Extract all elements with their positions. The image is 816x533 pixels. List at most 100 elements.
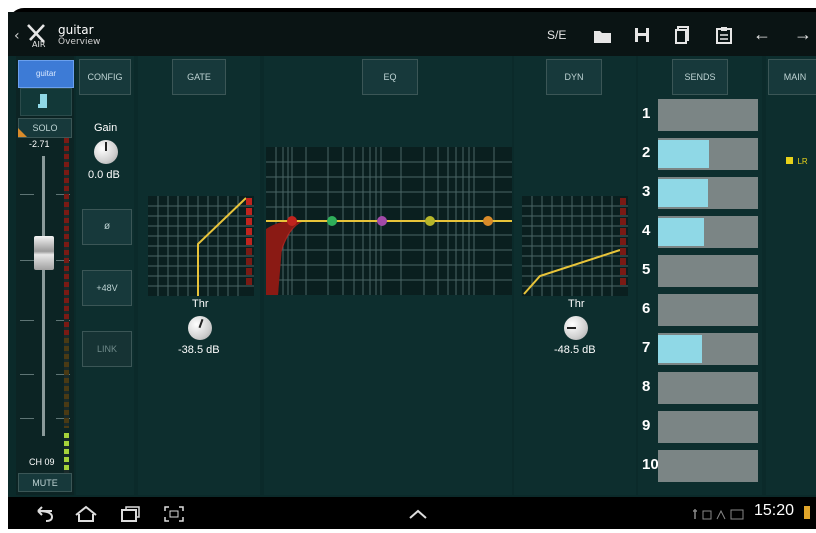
save-icon[interactable]: [634, 27, 650, 43]
send-number: 3: [642, 183, 651, 200]
send-number: 4: [642, 222, 651, 239]
send-level-bar[interactable]: [658, 450, 758, 482]
screenshot-icon[interactable]: [162, 505, 186, 523]
send-level-bar[interactable]: [658, 411, 758, 443]
channel-meter: [64, 138, 69, 473]
send-level-bar[interactable]: [658, 216, 758, 248]
app-title: guitar: [58, 23, 94, 37]
dyn-thr-label: Thr: [568, 298, 585, 310]
lr-label: LR: [797, 157, 808, 166]
paste-clipboard-icon[interactable]: [716, 26, 732, 44]
gate-thr-value: -38.5 dB: [178, 344, 220, 356]
lr-indicator: LR: [786, 151, 808, 169]
gate-graph: [148, 196, 254, 296]
phase-invert-button[interactable]: ø: [82, 209, 132, 245]
send-level-bar[interactable]: [658, 99, 758, 131]
lr-color-icon: [786, 157, 793, 164]
send-number: 6: [642, 300, 651, 317]
top-bar: ‹ AIR guitar Overview S/E ← →: [8, 12, 816, 56]
channel-name-button[interactable]: guitar: [18, 60, 74, 88]
solo-indicator-icon: [18, 128, 27, 137]
send-number: 7: [642, 339, 651, 356]
status-time: 15:20: [754, 502, 795, 519]
send-level-bar[interactable]: [658, 177, 758, 209]
eq-band-4-handle: [425, 216, 435, 226]
send-level-bar[interactable]: [658, 294, 758, 326]
send-number: 1: [642, 105, 651, 122]
solo-label: SOLO: [32, 123, 58, 133]
phantom-power-label: +48V: [96, 283, 118, 293]
channel-label: CH 09: [29, 457, 55, 467]
gate-panel: GATE Thr -38.5 dB: [138, 56, 260, 495]
main-button-label: MAIN: [783, 72, 807, 82]
eq-button-label: EQ: [383, 72, 397, 82]
app-screen: ‹ AIR guitar Overview S/E ← → guitar SOL…: [8, 12, 816, 497]
mute-button[interactable]: MUTE: [18, 473, 72, 492]
dyn-button[interactable]: DYN: [546, 59, 602, 95]
back-chevron-icon[interactable]: ‹: [14, 28, 20, 44]
main-button[interactable]: MAIN: [768, 59, 816, 95]
send-number: 2: [642, 144, 651, 161]
status-icons: [693, 509, 744, 520]
dyn-threshold-knob[interactable]: [564, 316, 588, 340]
gain-value: 0.0 dB: [88, 169, 120, 181]
gate-threshold-knob[interactable]: [188, 316, 212, 340]
send-level-bar[interactable]: [658, 138, 758, 170]
config-button-label: CONFIG: [87, 72, 123, 82]
fader-knob[interactable]: [34, 236, 54, 270]
config-panel: CONFIG Gain 0.0 dB ø +48V LINK: [76, 56, 134, 495]
dyn-thr-value: -48.5 dB: [554, 344, 596, 356]
send-level-fill: [658, 179, 708, 207]
gate-button[interactable]: GATE: [172, 59, 226, 95]
app-logo[interactable]: ‹ AIR guitar Overview: [14, 22, 114, 52]
send-level-bar[interactable]: [658, 333, 758, 365]
recent-apps-icon[interactable]: [118, 505, 142, 523]
send-number: 10: [642, 456, 659, 473]
link-label: LINK: [96, 344, 117, 354]
channel-icon-box: [20, 88, 72, 116]
sends-button[interactable]: SENDS: [672, 59, 728, 95]
eq-graph[interactable]: [266, 147, 512, 295]
send-level-fill: [658, 140, 709, 168]
mute-label: MUTE: [32, 478, 58, 488]
home-icon[interactable]: [74, 505, 98, 523]
svg-text:AIR: AIR: [32, 40, 46, 48]
send-number: 5: [642, 261, 651, 278]
dyn-panel: DYN Thr -48.5 dB: [514, 56, 636, 495]
eq-band-5-handle: [483, 216, 493, 226]
send-level-bar[interactable]: [658, 372, 758, 404]
send-number: 9: [642, 417, 651, 434]
send-level-bar[interactable]: [658, 255, 758, 287]
phantom-power-button[interactable]: +48V: [82, 270, 132, 306]
channel-strip: guitar SOLO -2.71 CH 09 MUTE: [16, 56, 74, 495]
eq-band-2-handle: [327, 216, 337, 226]
gate-button-label: GATE: [187, 72, 211, 82]
channel-name-label: guitar: [35, 69, 56, 78]
send-level-fill: [658, 335, 702, 363]
system-nav-bar: 15:20: [8, 497, 816, 529]
send-level-fill: [658, 218, 704, 246]
phase-invert-label: ø: [103, 221, 111, 232]
arrow-left-icon[interactable]: ←: [753, 24, 771, 45]
eq-panel: EQ: [264, 56, 512, 495]
eq-band-1-handle: [287, 216, 297, 226]
folder-open-icon[interactable]: [593, 28, 613, 44]
battery-icon: [804, 506, 810, 519]
send-number: 8: [642, 378, 651, 395]
app-subtitle: Overview: [58, 37, 101, 47]
chevron-up-icon[interactable]: [408, 508, 428, 520]
xair-logo-icon: AIR: [27, 24, 46, 48]
link-button[interactable]: LINK: [82, 331, 132, 367]
gain-knob[interactable]: [94, 140, 118, 164]
config-button[interactable]: CONFIG: [79, 59, 131, 95]
fader-level-readout: -2.71: [29, 139, 50, 149]
sends-button-label: SENDS: [684, 72, 716, 82]
dyn-button-label: DYN: [564, 72, 584, 82]
channel-icon-mark: [38, 104, 42, 108]
eq-button[interactable]: EQ: [362, 59, 418, 95]
eq-band-3-handle: [377, 216, 387, 226]
back-icon[interactable]: [32, 505, 56, 523]
se-button[interactable]: S/E: [547, 28, 566, 42]
arrow-right-icon[interactable]: →: [794, 24, 812, 45]
copy-icon[interactable]: [675, 26, 691, 44]
